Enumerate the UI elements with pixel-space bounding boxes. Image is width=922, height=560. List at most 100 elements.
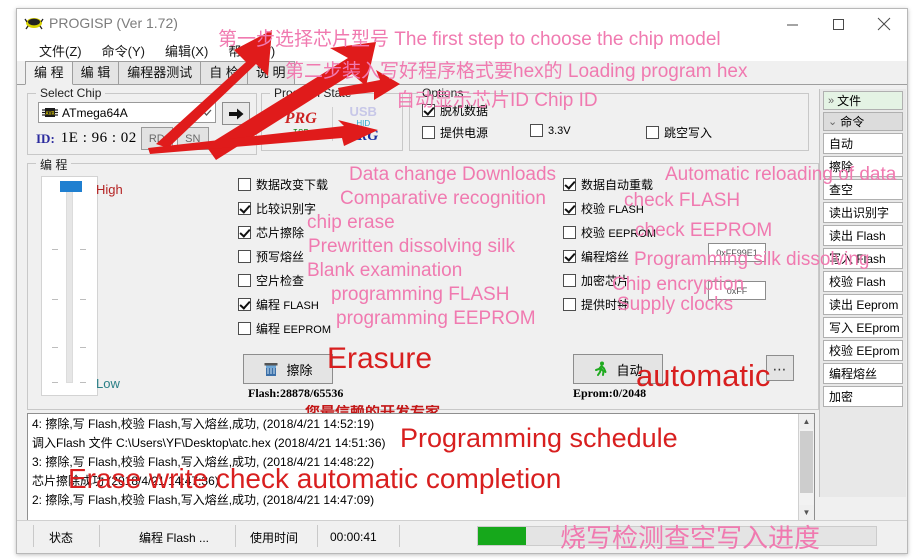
slider-tick [52,347,58,348]
option-3v3[interactable]: 3.3V [530,124,571,137]
chip-id-label: ID: [36,130,55,146]
checkbox-supply-clock[interactable] [563,297,576,311]
option-supply-power[interactable]: 提供电源 [422,124,488,141]
sidebar-button-read-signature[interactable]: 读出识别字 [823,202,903,223]
speed-slider[interactable] [41,176,98,396]
sidebar-button-verify-eeprom[interactable]: 校验 EEprom [823,340,903,361]
option-offline-data-label: 脱机数据 [440,104,489,118]
tab-edit[interactable]: 编 辑 [71,61,120,84]
opt-data-change-download[interactable]: 数据改变下载 [238,172,538,196]
sidebar-header-command[interactable]: ⌄ 命令 [823,112,903,131]
opt-auto-reload-data[interactable]: 数据自动重载 [563,172,813,196]
opt-program-fuse[interactable]: 编程熔丝 [563,244,813,268]
opt-compare-signature[interactable]: 比较识别字 [238,196,538,220]
more-options-button[interactable]: ⋯ [766,355,794,381]
opt-program-eeprom[interactable]: 编程 EEPROM [238,316,538,340]
sidebar-header-file[interactable]: » 文件 [823,91,903,110]
programming-caption: 编 程 [36,156,72,173]
checkbox-blank-check[interactable] [238,273,251,287]
opt-chip-erase[interactable]: 芯片擦除 [238,220,538,244]
sidebar-button-write-flash[interactable]: 写入 Flash [823,248,903,269]
close-button[interactable] [861,9,907,39]
annotation-arrow-4 [338,70,400,100]
slider-track[interactable] [66,189,73,383]
lock-value-field[interactable]: 0xFF [708,281,766,300]
sidebar-button-auto[interactable]: 自动 [823,133,903,154]
opt-verify-eeprom-suffix: EEPROM [608,227,657,240]
sidebar-button-program-fuse[interactable]: 编程熔丝 [823,363,903,384]
checkbox-encrypt-chip[interactable] [563,273,576,287]
opt-verify-flash-label: 校验 [581,201,609,216]
status-label: 状态 [49,530,74,545]
menu-item-command[interactable]: 命令(Y) [92,39,155,62]
erase-button[interactable]: 擦除 [243,354,333,384]
checkbox-supply-power[interactable] [422,126,435,139]
erase-button-label: 擦除 [286,362,313,378]
log-scrollbar[interactable]: ▲ ▼ [798,414,814,520]
checkbox-data-change-download[interactable] [238,177,251,191]
scrollbar-thumb[interactable] [800,431,813,493]
menu-item-file[interactable]: 文件(Z) [29,39,92,62]
checkbox-prewrite-fuse[interactable] [238,249,251,263]
opt-verify-eeprom-label: 校验 [581,225,609,240]
programming-left-options: 数据改变下载 比较识别字 芯片擦除 预写熔丝 空片检查 编程 FLASH 编程 … [238,172,538,340]
checkbox-chip-erase[interactable] [238,225,251,239]
opt-program-eeprom-suffix: EEPROM [283,323,332,336]
checkbox-compare-signature[interactable] [238,201,251,215]
option-3v3-label: 3.3V [548,124,571,137]
checkbox-verify-flash[interactable] [563,201,576,215]
command-sidebar: » 文件 ⌄ 命令 自动 擦除 查空 读出识别字 读出 Flash 写入 Fla… [819,89,906,497]
opt-supply-clock[interactable]: 提供时钟 [563,292,813,316]
status-divider [317,525,318,547]
sidebar-button-blank-check[interactable]: 查空 [823,179,903,200]
checkbox-skip-blank-write[interactable] [646,126,659,139]
checkbox-program-flash[interactable] [238,297,251,311]
slider-tick [80,382,86,383]
sidebar-button-read-eeprom[interactable]: 读出 Eeprom [823,294,903,315]
checkbox-offline-data[interactable] [422,104,435,117]
checkbox-auto-reload-data[interactable] [563,177,576,191]
sidebar-button-read-flash[interactable]: 读出 Flash [823,225,903,246]
checkbox-program-fuse[interactable] [563,249,576,263]
status-divider [99,525,100,547]
opt-encrypt-chip[interactable]: 加密芯片 [563,268,813,292]
scroll-down-icon[interactable]: ▼ [799,505,814,520]
auto-button-label: 自动 [616,362,643,378]
annotation-arrow-3 [148,120,378,154]
opt-encrypt-chip-label: 加密芯片 [581,273,630,288]
app-icon [24,15,44,31]
checkbox-3v3[interactable] [530,124,543,137]
maximize-button[interactable] [815,9,861,39]
opt-compare-signature-label: 比较识别字 [256,201,317,216]
sidebar-button-write-eeprom[interactable]: 写入 EEprom [823,317,903,338]
auto-button[interactable]: 自动 [573,354,663,384]
checkbox-program-eeprom[interactable] [238,321,251,335]
opt-verify-eeprom[interactable]: 校验 EEPROM [563,220,813,244]
sidebar-button-verify-flash[interactable]: 校验 Flash [823,271,903,292]
progress-bar [477,526,877,546]
option-skip-blank-write[interactable]: 跳空写入 [646,124,712,141]
opt-program-flash[interactable]: 编程 FLASH [238,292,538,316]
svg-text:AVR: AVR [45,111,55,117]
chevron-right-icon: » [828,94,835,107]
option-offline-data[interactable]: 脱机数据 [422,102,488,119]
sidebar-button-encrypt[interactable]: 加密 [823,386,903,407]
slider-thumb[interactable] [60,181,82,192]
opt-blank-check[interactable]: 空片检查 [238,268,538,292]
status-divider [399,525,400,547]
fuse-value-field[interactable]: 0xFF99E1 [708,243,766,262]
status-divider [235,525,236,547]
log-line: 4: 擦除,写 Flash,校验 Flash,写入熔丝,成功, (2018/4/… [32,417,375,431]
scroll-up-icon[interactable]: ▲ [799,414,814,429]
slider-low-label: Low [96,376,120,391]
opt-verify-flash[interactable]: 校验 FLASH [563,196,813,220]
tab-program[interactable]: 编 程 [25,61,73,85]
checkbox-verify-eeprom[interactable] [563,225,576,239]
options-group: Options 脱机数据 提供电源 3.3V 跳空写入 [409,86,809,151]
opt-prewrite-fuse[interactable]: 预写熔丝 [238,244,538,268]
status-bar: 状态 编程 Flash ... 使用时间 00:00:41 [17,520,907,553]
sidebar-button-erase[interactable]: 擦除 [823,156,903,177]
trash-icon [264,362,278,376]
chip-icon: AVR [42,106,58,119]
minimize-button[interactable] [769,9,815,39]
